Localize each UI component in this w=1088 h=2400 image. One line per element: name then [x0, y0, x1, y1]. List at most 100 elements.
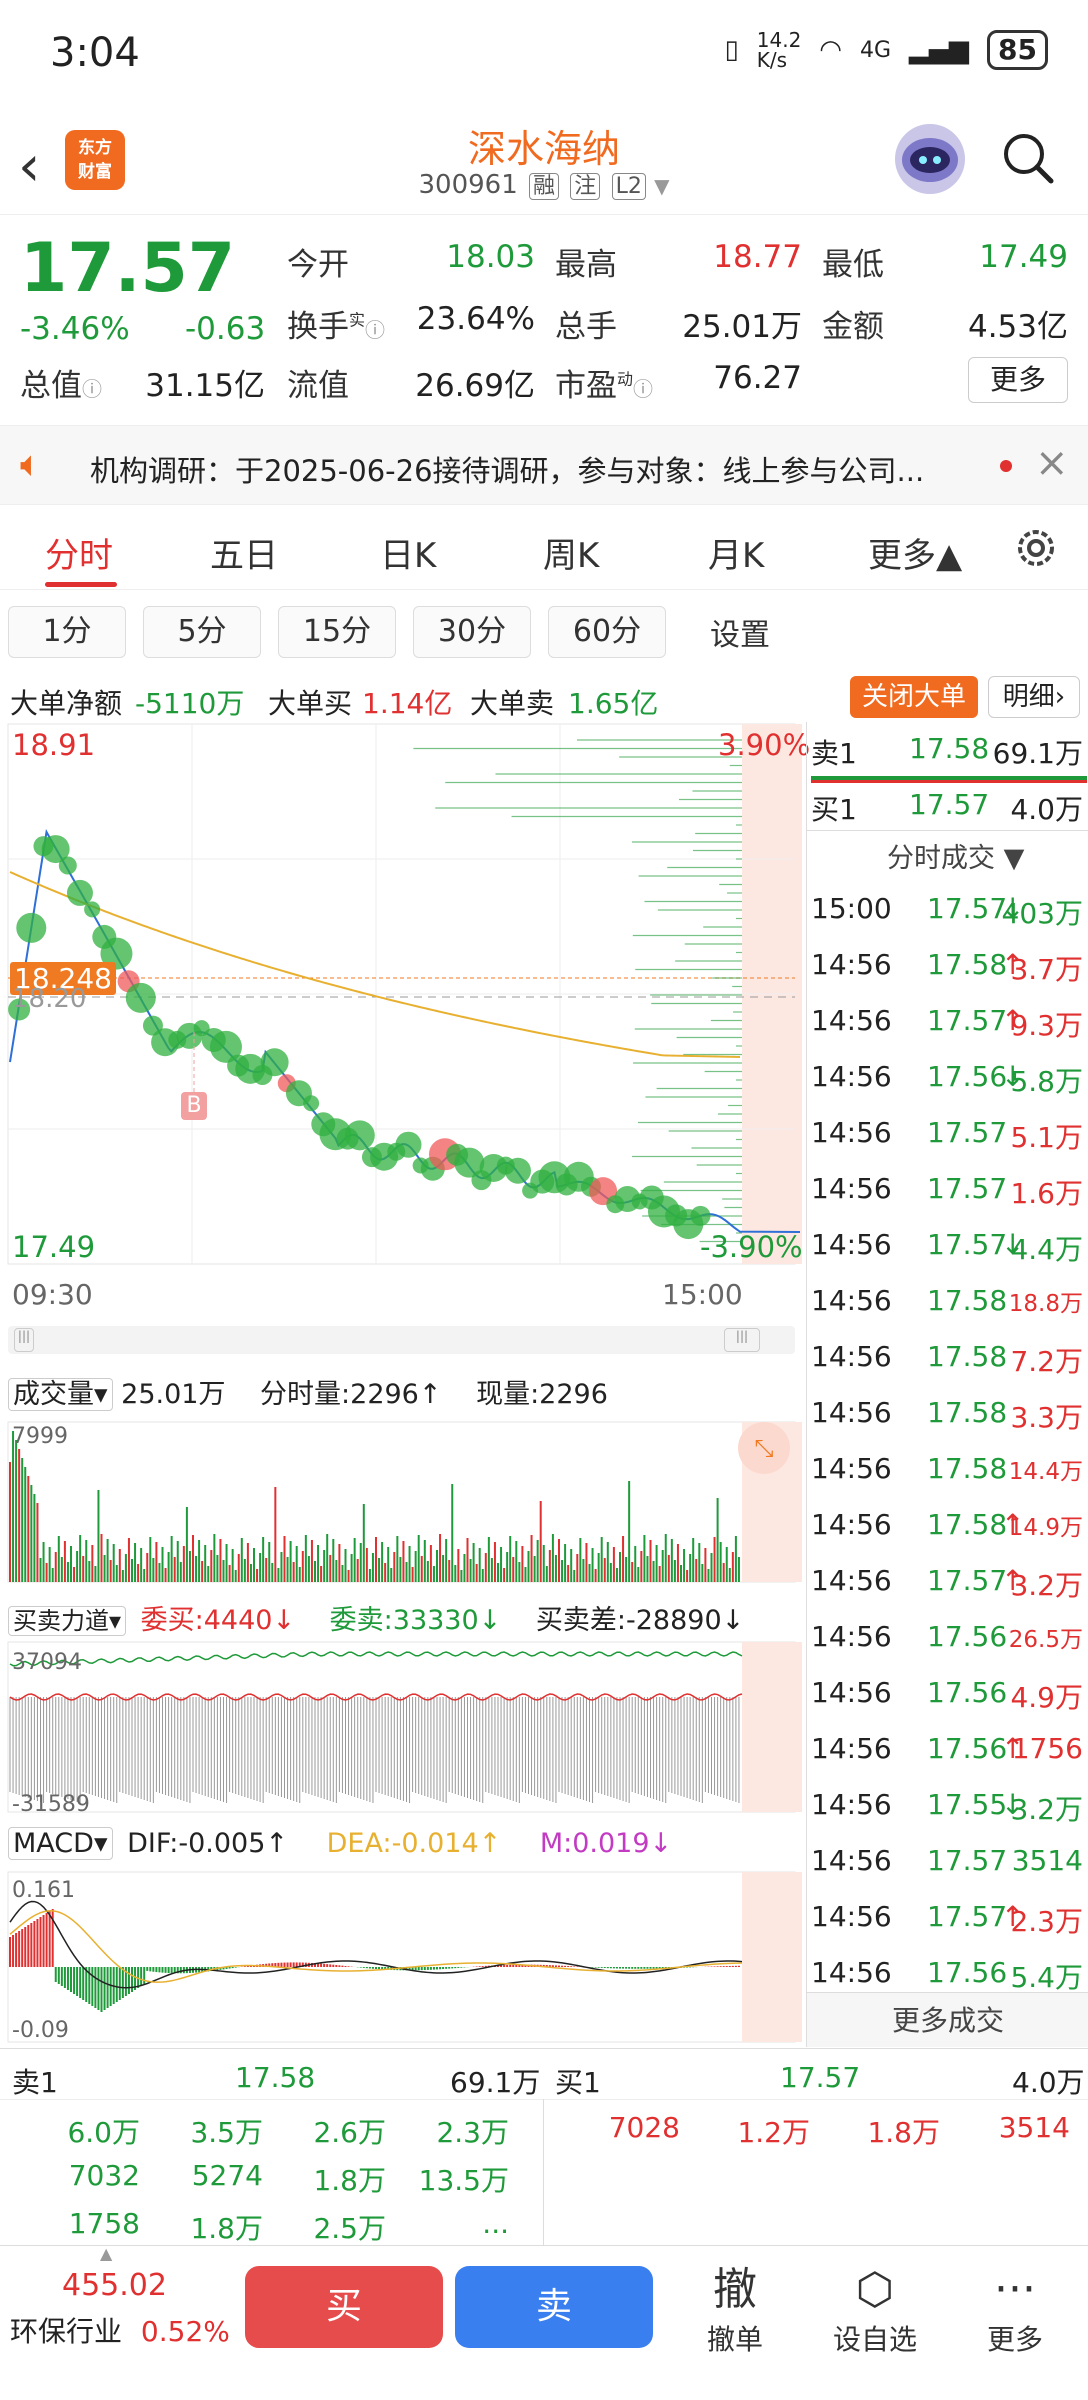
trade-row: 14:56 17.57 1.6万 [811, 1162, 1087, 1218]
range-track [8, 1326, 795, 1354]
tab-five-day[interactable]: 五日 [210, 528, 278, 577]
ask1-volume: 69.1万 [992, 737, 1083, 770]
range-handle-right[interactable]: ||| [724, 1328, 760, 1352]
price-high-label: 18.91 [12, 728, 96, 762]
trade-row: 14:56 17.58 18.8万 [811, 1274, 1087, 1330]
pe-label: 市盈动ⓘ [555, 368, 654, 404]
industry-row[interactable]: 环保行业 0.52% [10, 2310, 230, 2350]
level2-tag: L2 [611, 173, 646, 200]
macd-dea: DEA:-0.014↑ [326, 1828, 502, 1859]
period-5min[interactable]: 5分 [143, 606, 261, 658]
volume-label: 总手 [555, 309, 617, 345]
trade-panel: 卖1 17.58 69.1万 买1 17.57 4.0万 分时成交 ▼ 15:0… [806, 722, 1088, 2047]
trade-list-header[interactable]: 分时成交 ▼ [887, 836, 1024, 875]
assistant-robot-icon[interactable] [895, 124, 965, 194]
close-big-order-button[interactable]: 关闭大单 [850, 676, 978, 718]
trade-volume: 5.1万 [1010, 1121, 1083, 1154]
force-max-label: 37094 [12, 1650, 82, 1675]
force-wb: 委买:4440↓ [140, 1605, 296, 1636]
macd-dif: DIF:-0.005↑ [127, 1828, 289, 1859]
notice-bar[interactable]: 🔈︎ 机构调研：于2025-06-26接待调研，参与对象：线上参与公司... × [0, 425, 1088, 505]
bid1-row: 买1 17.57 4.0万 [811, 788, 1087, 828]
active-tab-indicator [45, 582, 117, 587]
pct-high-label: 3.90% [718, 728, 811, 762]
bid-bar [811, 780, 1087, 783]
queue-sell-cell: 13.5万 [418, 2164, 509, 2197]
close-icon[interactable]: × [1035, 440, 1069, 486]
margin-tag: 融 [529, 173, 560, 200]
trade-price: 17.56 [927, 1620, 1008, 1653]
expand-icon[interactable]: ⤡ [738, 1422, 790, 1474]
cancel-glyph: 撤 [713, 2264, 757, 2315]
more-menu-button[interactable]: ··· 更多 [960, 2262, 1070, 2358]
trade-row: 14:56 17.58 ↑ 3.7万 [811, 938, 1087, 994]
range-handle-left[interactable]: ||| [14, 1328, 34, 1352]
macd-indicator-select[interactable]: MACD▾ [8, 1827, 113, 1860]
tab-daily-k[interactable]: 日K [380, 528, 436, 577]
more-quote-button[interactable]: 更多 [968, 357, 1068, 403]
more-trades-button[interactable]: 更多成交 [807, 1992, 1088, 2047]
trade-price: 17.57 [927, 1844, 1008, 1877]
force-indicator-select[interactable]: 买卖力道▾ [8, 1606, 127, 1636]
trade-time: 14:56 [811, 1564, 892, 1597]
clock: 3:04 [50, 30, 140, 76]
watchlist-label: 设自选 [832, 2323, 917, 2356]
quote-panel: 17.57 -3.46% -0.63 今开 18.03 最高 18.77 最低 … [0, 215, 1088, 420]
last-price: 17.57 [20, 229, 236, 308]
cancel-order-button[interactable]: 撤 撤单 [680, 2262, 790, 2358]
period-15min[interactable]: 15分 [278, 606, 396, 658]
trade-time: 14:56 [811, 1060, 892, 1093]
stock-header: ‹ 东方 财富 深水海纳 300961 融 注 L2 ▼ [0, 110, 1088, 215]
big-order-bubble [84, 901, 101, 918]
period-1min[interactable]: 1分 [8, 606, 126, 658]
tab-weekly-k[interactable]: 周K [543, 528, 599, 577]
search-icon[interactable] [1000, 130, 1056, 186]
trade-time: 14:56 [811, 1676, 892, 1709]
queue-buy-cell: 3514 [998, 2111, 1070, 2144]
more-label: 更多 [986, 2323, 1043, 2356]
queue-sell-cell: 5274 [191, 2159, 263, 2192]
trade-volume: 3.3万 [1010, 1401, 1083, 1434]
buy-marker[interactable]: B [181, 1092, 207, 1120]
period-settings[interactable]: 设置 [710, 610, 770, 654]
big-buy-value: 1.14亿 [362, 687, 453, 720]
force-ws: 委卖:33330↓ [329, 1605, 502, 1636]
mid-price-label: 18.20 [12, 984, 87, 1014]
industry-index[interactable]: 455.02 [62, 2268, 167, 2303]
sell-button[interactable]: 卖 [455, 2266, 653, 2348]
bottom-action-bar: ▲ 455.02 环保行业 0.52% 买 卖 撤 撤单 ⬡ 设自选 ··· 更… [0, 2244, 1088, 2400]
tab-more[interactable]: 更多▲ [868, 528, 962, 577]
queue-buy-cell: 1.8万 [867, 2116, 940, 2149]
trade-time: 14:56 [811, 1228, 892, 1261]
trade-price: 17.56 [927, 1732, 1008, 1765]
force-min-label: -31589 [12, 1792, 90, 1817]
trade-row: 14:56 17.56 26.5万 [811, 1610, 1087, 1666]
trade-row: 14:56 17.57 ↑ 9.3万 [811, 994, 1087, 1050]
trade-row: 14:56 17.58 14.4万 [811, 1442, 1087, 1498]
period-30min[interactable]: 30分 [413, 606, 531, 658]
queue-sell-price: 17.58 [235, 2061, 316, 2094]
trade-price: 17.57 [927, 1172, 1008, 1205]
trade-time: 14:56 [811, 1452, 892, 1485]
trade-price: 17.57 [927, 892, 1008, 925]
trade-time: 14:56 [811, 1508, 892, 1541]
settings-gear-icon[interactable] [1012, 524, 1060, 576]
tab-intraday[interactable]: 分时 [45, 528, 113, 577]
detail-button[interactable]: 明细› [988, 676, 1080, 718]
trade-volume: 14.4万 [1008, 1459, 1083, 1485]
high-value: 18.77 [713, 239, 802, 275]
tab-monthly-k[interactable]: 月K [708, 528, 764, 577]
queue-sell-cell: 1.8万 [190, 2212, 263, 2245]
add-watchlist-button[interactable]: ⬡ 设自选 [820, 2262, 930, 2358]
buy-button[interactable]: 买 [245, 2266, 443, 2348]
big-order-bubble [58, 856, 77, 875]
float-cap-value: 26.69亿 [415, 368, 535, 404]
trade-volume: 5.8万 [1010, 1065, 1083, 1098]
chart-tabs: 分时 五日 日K 周K 月K 更多▲ [0, 510, 1088, 590]
period-60min[interactable]: 60分 [548, 606, 666, 658]
amount-label: 金额 [822, 309, 884, 345]
market-cap-value: 31.15亿 [145, 368, 265, 404]
trade-volume: 14.9万 [1008, 1515, 1083, 1541]
trade-time: 14:56 [811, 1284, 892, 1317]
volume-indicator-select[interactable]: 成交量▾ [8, 1378, 113, 1411]
